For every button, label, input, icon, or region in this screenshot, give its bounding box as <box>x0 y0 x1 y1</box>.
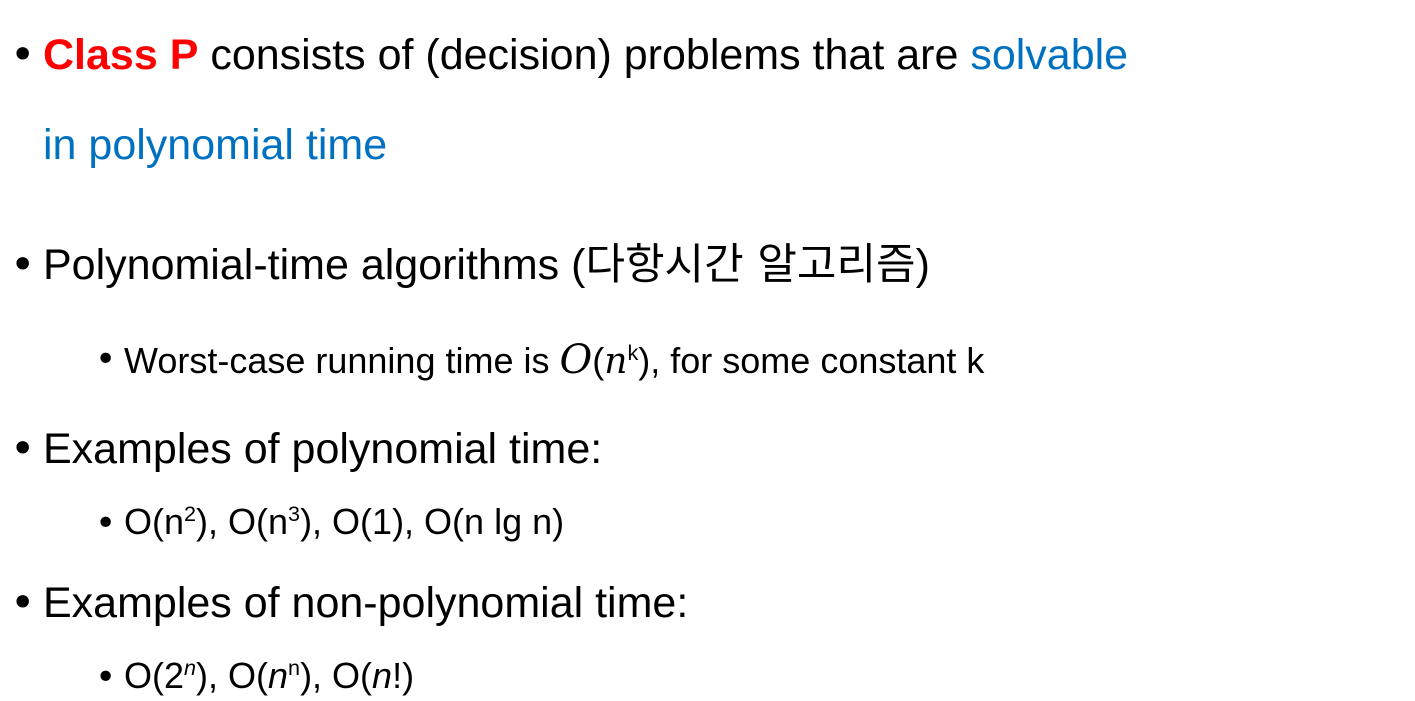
item-4-sub-part-4: !) <box>392 655 415 696</box>
bullet-2: • <box>10 240 36 290</box>
item-2-korean: 다항시간 알고리즘 <box>585 240 916 290</box>
item-2-text: Polynomial-time algorithms ( <box>43 241 586 289</box>
item-3-sub-sup-2: 3 <box>288 501 301 526</box>
bullet-3: • <box>10 424 36 474</box>
item-1-highlight-1: solvable <box>970 31 1129 79</box>
item-4-sub-n-1: n <box>268 655 289 696</box>
item-1-line-1: Class P consists of (decision) problems … <box>43 34 1128 77</box>
bullet-2-sub: • <box>95 339 117 380</box>
item-2-sub-line: Worst-case running time is O(nk), for so… <box>124 340 984 380</box>
bullet-1: • <box>10 30 36 80</box>
item-3-sub-sup-1: 2 <box>184 501 197 526</box>
item-3-line: Examples of polynomial time: <box>43 425 603 473</box>
item-3-sub-part-2: ), O(n <box>196 501 289 542</box>
item-4-sub-part-1: O(2 <box>124 655 185 696</box>
item-1-text: consists of (decision) problems that are <box>198 31 971 79</box>
item-4-line: Examples of non-polynomial time: <box>43 579 689 627</box>
item-4-sub-sup-1: n <box>184 655 197 680</box>
item-4-sub-part-2: ), O( <box>196 655 269 696</box>
math-exponent-k: k <box>627 340 639 365</box>
item-2-line: Polynomial-time algorithms (다항시간 알고리즘) <box>43 244 930 287</box>
math-o: O <box>559 337 593 383</box>
slide-canvas: • Class P consists of (decision) problem… <box>0 0 1415 701</box>
item-2-sub-prefix: Worst-case running time is <box>124 340 560 381</box>
bullet-4-sub: • <box>95 657 117 698</box>
math-paren-close: ) <box>638 340 651 381</box>
item-2-close: ) <box>915 241 930 289</box>
math-paren-open: ( <box>592 340 605 381</box>
bullet-4: • <box>10 578 36 628</box>
item-3-sub-part-1: O(n <box>124 501 185 542</box>
item-3-sub-line: O(n2), O(n3), O(1), O(n lg n) <box>124 501 565 542</box>
item-1-line-2: in polynomial time <box>43 121 388 169</box>
bullet-3-sub: • <box>95 503 117 544</box>
item-3-sub-part-3: ), O(1), O(n lg n) <box>300 501 565 542</box>
item-4-sub-sup-2: n <box>288 655 301 680</box>
item-4-sub-n-2: n <box>372 655 393 696</box>
item-4-sub-line: O(2n), O(nn), O(n!) <box>124 655 415 696</box>
math-n: n <box>604 341 628 382</box>
item-2-sub-suffix: , for some constant k <box>650 340 985 381</box>
class-p-keyword: Class P <box>43 31 199 79</box>
item-4-sub-part-3: ), O( <box>300 655 373 696</box>
